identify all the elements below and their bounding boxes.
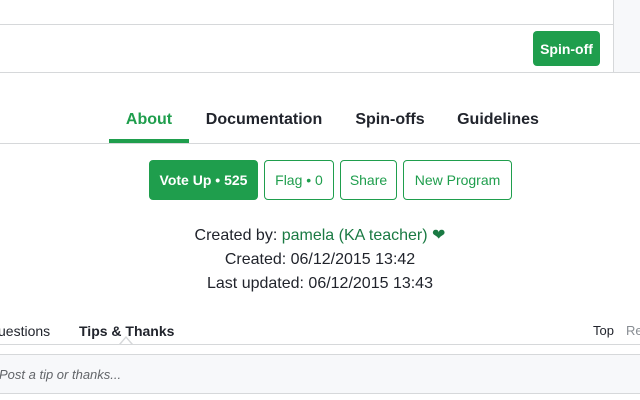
program-actions: Vote Up • 525 Flag • 0 Share New Program bbox=[0, 160, 640, 200]
vote-up-button[interactable]: Vote Up • 525 bbox=[149, 160, 258, 200]
sort-top[interactable]: Top bbox=[593, 323, 614, 338]
new-program-button[interactable]: New Program bbox=[403, 160, 512, 200]
created-date: Created: 06/12/2015 13:42 bbox=[224, 251, 416, 268]
sort-recent[interactable]: Re bbox=[626, 323, 640, 338]
scroll-strip bbox=[613, 0, 640, 72]
discussion-divider bbox=[0, 344, 640, 345]
tab-documentation[interactable]: Documentation bbox=[203, 100, 325, 140]
created-by-line: Created by: pamela (KA teacher) ❤ bbox=[0, 224, 640, 248]
tabs-divider bbox=[0, 143, 640, 144]
created-by-label: Created by: bbox=[194, 227, 278, 244]
editor-area bbox=[0, 0, 613, 25]
updated-date: Last updated: 06/12/2015 13:43 bbox=[207, 275, 433, 292]
tab-questions[interactable]: uestions bbox=[0, 323, 50, 339]
program-meta: Created by: pamela (KA teacher) ❤ Create… bbox=[0, 224, 640, 296]
spinoff-button[interactable]: Spin-off bbox=[533, 31, 600, 66]
tip-box bbox=[0, 354, 640, 394]
share-button[interactable]: Share bbox=[340, 160, 397, 200]
toolbar-divider bbox=[0, 72, 640, 73]
tab-about[interactable]: About bbox=[109, 100, 189, 143]
program-tabs: About Documentation Spin-offs Guidelines bbox=[0, 100, 640, 143]
tip-input[interactable] bbox=[0, 355, 640, 393]
flag-button[interactable]: Flag • 0 bbox=[264, 160, 334, 200]
tab-spinoffs[interactable]: Spin-offs bbox=[351, 100, 429, 140]
discussion-tabs: uestions Tips & Thanks bbox=[0, 320, 640, 344]
author-link[interactable]: pamela (KA teacher) bbox=[282, 227, 428, 244]
tab-guidelines[interactable]: Guidelines bbox=[454, 100, 542, 140]
heart-icon: ❤ bbox=[432, 227, 446, 244]
